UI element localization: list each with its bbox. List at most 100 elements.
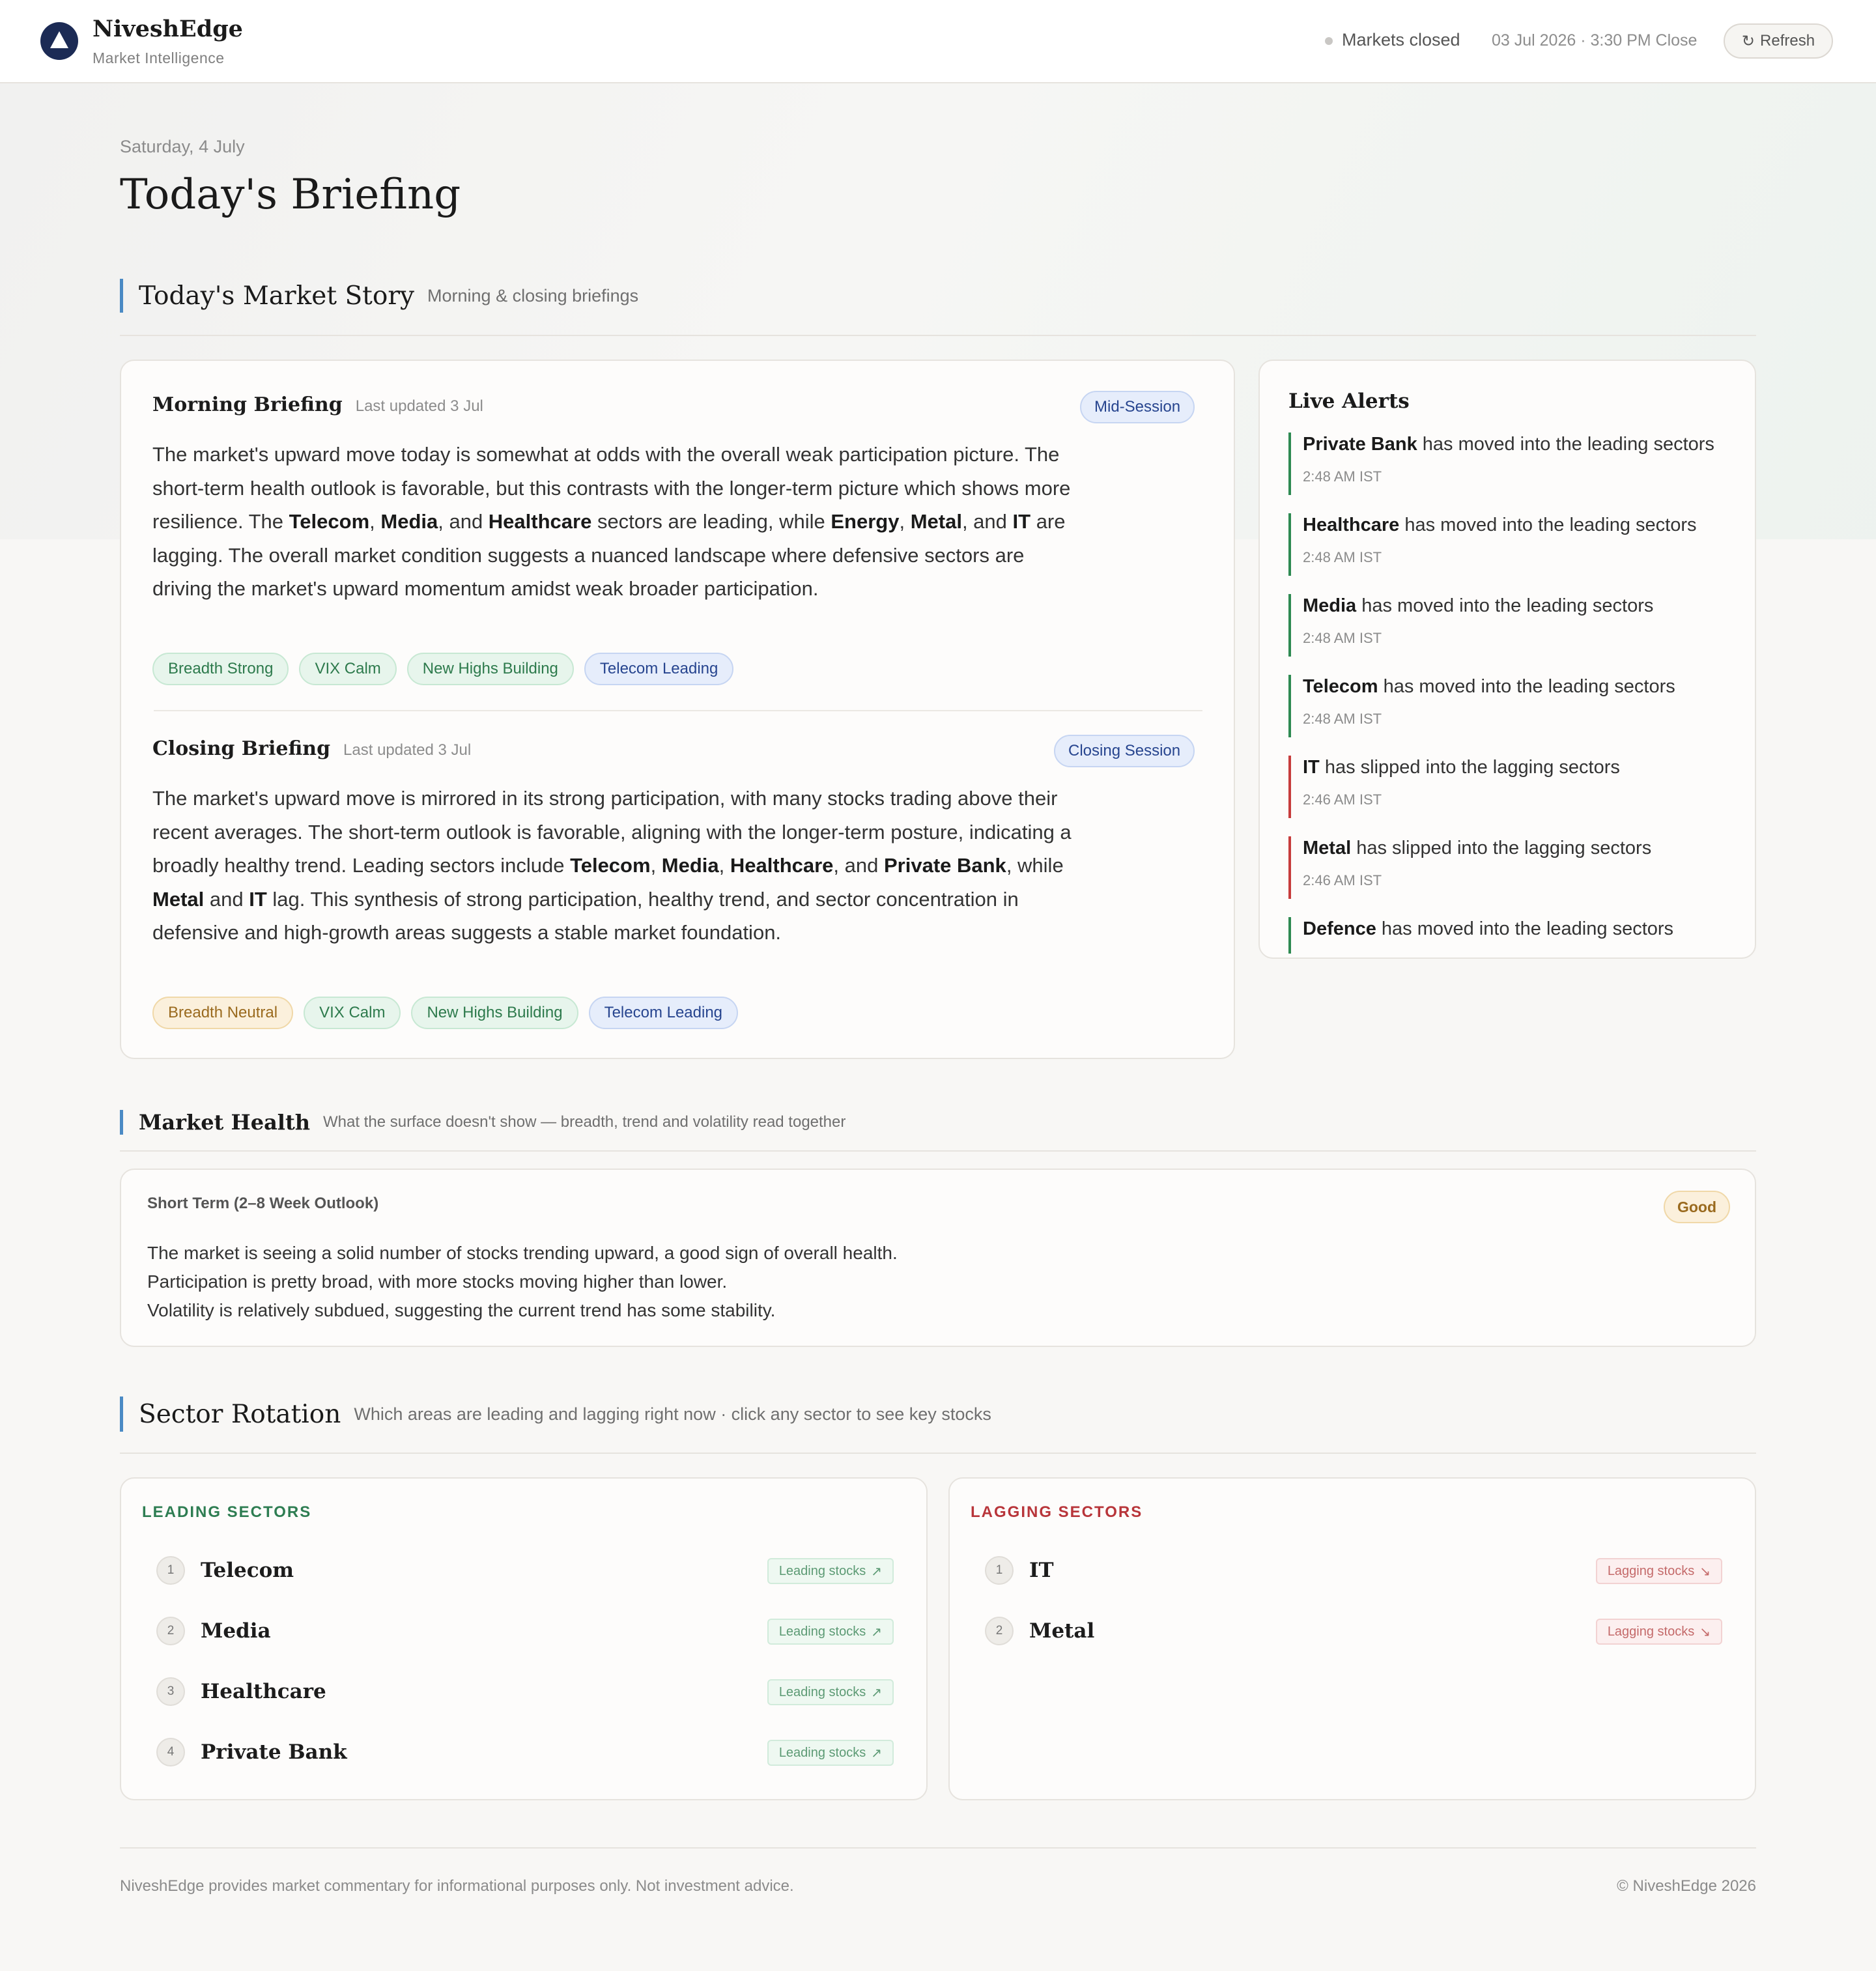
sector-mention: Private Bank (883, 854, 1006, 877)
sector-name: Healthcare (201, 1680, 326, 1703)
refresh-button[interactable]: ↻ Refresh (1724, 23, 1833, 59)
signal-tag: Telecom Leading (588, 997, 739, 1029)
alert-sector: Media (1303, 595, 1357, 616)
alert-item[interactable]: Media has moved into the leading sectors… (1288, 594, 1744, 657)
live-alerts-list[interactable]: Private Bank has moved into the leading … (1288, 432, 1744, 954)
closing-briefing-text: The market's upward move is mirrored in … (152, 782, 1077, 950)
briefing-text-segment: , and (961, 510, 1013, 533)
alert-text: has moved into the leading sectors (1356, 595, 1654, 616)
alert-item[interactable]: IT has slipped into the lagging sectors 2… (1288, 756, 1744, 818)
alert-sector: Healthcare (1303, 515, 1400, 535)
arrow-down-right-icon: ↘ (1699, 1624, 1711, 1639)
alert-indicator-bar (1288, 836, 1291, 899)
sector-mention: Metal (910, 510, 962, 533)
briefing-text-segment: lag. This synthesis of strong participat… (152, 887, 1019, 944)
sector-mention: Telecom (289, 510, 370, 533)
lagging-stocks-button[interactable]: Lagging stocks ↘ (1595, 1619, 1722, 1645)
stocks-button-label: Leading stocks (778, 1624, 866, 1639)
arrow-up-right-icon: ↗ (871, 1746, 882, 1761)
signal-tag: VIX Calm (299, 653, 397, 685)
health-line: Participation is pretty broad, with more… (147, 1271, 728, 1292)
leading-stocks-button[interactable]: Leading stocks ↗ (767, 1558, 894, 1584)
page-date: Saturday, 4 July (120, 137, 245, 156)
alert-text: has slipped into the lagging sectors (1319, 757, 1620, 778)
stocks-button-label: Leading stocks (778, 1684, 866, 1699)
signal-tag: Breadth Strong (152, 653, 289, 685)
signal-tag: Telecom Leading (584, 653, 734, 685)
sector-rank: 2 (985, 1617, 1014, 1645)
alert-item[interactable]: Defence has moved into the leading secto… (1288, 917, 1744, 954)
live-alerts-card: Live Alerts Private Bank has moved into … (1258, 360, 1756, 959)
alert-sector: Metal (1303, 838, 1352, 858)
sector-row[interactable]: 3 Healthcare Leading stocks ↗ (156, 1675, 894, 1708)
sector-row[interactable]: 1 Telecom Leading stocks ↗ (156, 1554, 894, 1587)
leading-stocks-button[interactable]: Leading stocks ↗ (767, 1679, 894, 1705)
alert-indicator-bar (1288, 675, 1291, 737)
sector-name: Media (201, 1619, 271, 1643)
alert-message: Telecom has moved into the leading secto… (1303, 675, 1744, 698)
arrow-up-right-icon: ↗ (871, 1685, 882, 1700)
signal-tag: New Highs Building (406, 653, 574, 685)
sector-mention: Energy (831, 510, 900, 533)
alert-item[interactable]: Private Bank has moved into the leading … (1288, 432, 1744, 495)
alert-indicator-bar (1288, 594, 1291, 657)
sector-mention: IT (1012, 510, 1031, 533)
logo-icon (40, 22, 78, 60)
arrow-down-right-icon: ↘ (1699, 1564, 1711, 1579)
sector-rotation-header: Sector Rotation Which areas are leading … (120, 1397, 991, 1432)
sector-row[interactable]: 2 Media Leading stocks ↗ (156, 1615, 894, 1647)
arrow-up-right-icon: ↗ (871, 1564, 882, 1579)
market-story-header: Today's Market Story Morning & closing b… (120, 279, 638, 313)
closing-session-badge: Closing Session (1054, 735, 1195, 767)
sector-mention: Telecom (570, 854, 651, 877)
alert-indicator-bar (1288, 756, 1291, 818)
stocks-button-label: Leading stocks (778, 1745, 866, 1760)
alert-time: 2:46 AM IST (1303, 953, 1744, 954)
section-divider (120, 1453, 1756, 1454)
alert-indicator-bar (1288, 432, 1291, 495)
briefing-text-segment: sectors are leading, while (591, 510, 831, 533)
alert-item[interactable]: Healthcare has moved into the leading se… (1288, 513, 1744, 576)
signal-tag: VIX Calm (304, 997, 401, 1029)
sector-rank: 2 (156, 1617, 185, 1645)
alert-text: has moved into the leading sectors (1378, 676, 1675, 697)
lagging-sectors-label: LAGGING SECTORS (971, 1503, 1143, 1521)
alert-time: 2:48 AM IST (1303, 630, 1382, 646)
alert-sector: Private Bank (1303, 434, 1417, 455)
morning-briefing-title: Morning Briefing (152, 393, 343, 416)
health-summary: The market is seeing a solid number of s… (147, 1239, 898, 1325)
sector-row[interactable]: 2 Metal Lagging stocks ↘ (985, 1615, 1722, 1647)
top-bar: NiveshEdge Market Intelligence Markets c… (0, 0, 1876, 83)
sector-row[interactable]: 1 IT Lagging stocks ↘ (985, 1554, 1722, 1587)
alert-text: has slipped into the lagging sectors (1351, 838, 1652, 858)
sector-rank: 1 (985, 1556, 1014, 1585)
section-subtitle: Which areas are leading and lagging righ… (354, 1404, 991, 1424)
leading-stocks-button[interactable]: Leading stocks ↗ (767, 1740, 894, 1766)
alert-sector: Telecom (1303, 676, 1378, 697)
leading-stocks-button[interactable]: Leading stocks ↗ (767, 1619, 894, 1645)
footer-copyright: © NiveshEdge 2026 (1617, 1877, 1756, 1895)
alert-time: 2:48 AM IST (1303, 468, 1382, 485)
page-title: Today's Briefing (120, 171, 461, 219)
refresh-icon: ↻ (1741, 32, 1755, 50)
alert-time: 2:46 AM IST (1303, 791, 1382, 808)
sector-mention: Media (380, 510, 438, 533)
morning-session-badge: Mid-Session (1080, 391, 1195, 423)
morning-briefing-updated: Last updated 3 Jul (355, 397, 483, 415)
briefing-text-segment: , (369, 510, 381, 533)
section-title: Today's Market Story (139, 281, 415, 311)
briefing-divider (154, 710, 1202, 711)
alert-sector: IT (1303, 757, 1320, 778)
market-health-card: Short Term (2–8 Week Outlook) Good The m… (120, 1169, 1756, 1347)
alert-message: Media has moved into the leading sectors (1303, 594, 1744, 617)
section-subtitle: What the surface doesn't show — breadth,… (323, 1113, 846, 1131)
signal-tag: New Highs Building (411, 997, 578, 1029)
lagging-stocks-button[interactable]: Lagging stocks ↘ (1595, 1558, 1722, 1584)
morning-briefing-tags: Breadth Strong VIX Calm New Highs Building… (152, 653, 734, 685)
closing-briefing-title: Closing Briefing (152, 737, 331, 760)
sector-mention: Media (661, 854, 719, 877)
sector-row[interactable]: 4 Private Bank Leading stocks ↗ (156, 1736, 894, 1768)
alert-item[interactable]: Telecom has moved into the leading secto… (1288, 675, 1744, 737)
section-subtitle: Morning & closing briefings (427, 285, 639, 305)
alert-item[interactable]: Metal has slipped into the lagging secto… (1288, 836, 1744, 899)
